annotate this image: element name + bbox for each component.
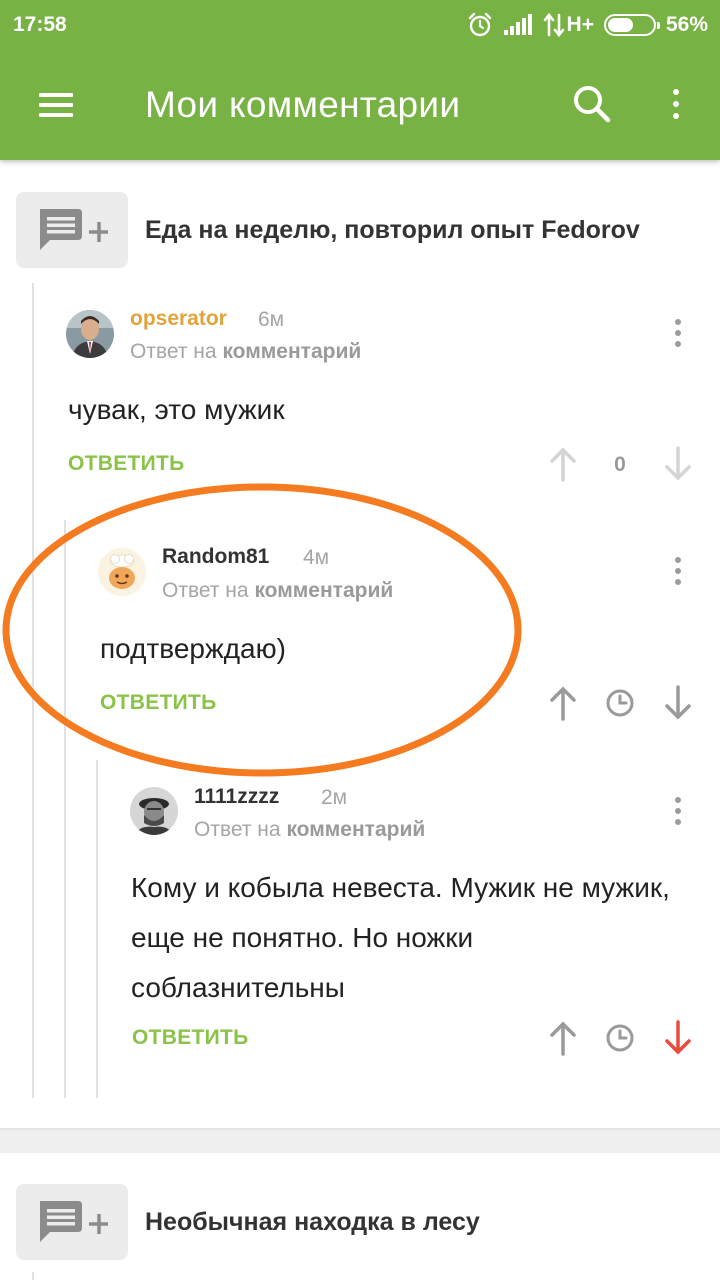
comment-more-icon[interactable] — [663, 549, 693, 593]
reply-to-info: Ответ на комментарий — [130, 340, 361, 364]
comment-more-icon[interactable] — [663, 311, 693, 355]
clock-icon — [603, 1021, 637, 1060]
comment-more-icon[interactable] — [663, 789, 693, 833]
comment-text: Кому и кобыла невеста. Мужик не мужик, е… — [131, 872, 670, 1003]
app-bar: 17:58 H+ 56% Мои комментарии — [0, 0, 720, 160]
comment-rating: 0 — [614, 453, 626, 476]
reply-button[interactable]: ОТВЕТИТЬ — [132, 1026, 249, 1050]
comment-add-icon — [16, 192, 128, 268]
comment-time: 4м — [303, 546, 330, 569]
reply-to-info: Ответ на комментарий — [162, 579, 393, 603]
thread-line — [32, 1272, 34, 1280]
story-header[interactable]: Еда на неделю, повторил опыт Fedorov — [16, 191, 716, 269]
comment-time: 2м — [321, 786, 348, 809]
battery-level — [607, 18, 633, 32]
upvote-arrow-icon[interactable] — [547, 685, 579, 726]
thread-line — [32, 283, 34, 1098]
network-type-label: H+ — [566, 13, 594, 36]
reply-button[interactable]: ОТВЕТИТЬ — [100, 691, 217, 715]
page-title: Мои комментарии — [145, 84, 461, 125]
search-icon[interactable] — [570, 82, 614, 126]
section-divider — [0, 1128, 720, 1153]
thread-line — [64, 520, 66, 1098]
app-screen: 17:58 H+ 56% Мои комментарии Еда на неде… — [0, 0, 720, 1280]
alarm-icon — [468, 12, 491, 37]
comment-text: чувак, это мужик — [68, 394, 285, 425]
story-header[interactable]: Необычная находка в лесу — [16, 1183, 716, 1261]
comment-text: подтверждаю) — [100, 633, 286, 664]
story-title: Необычная находка в лесу — [145, 1207, 480, 1236]
reply-to-link[interactable]: комментарий — [254, 579, 393, 602]
comment-author[interactable]: Random81 — [162, 545, 269, 569]
downvote-arrow-icon[interactable] — [662, 685, 694, 726]
upvote-arrow-icon[interactable] — [547, 446, 579, 487]
reply-to-prefix: Ответ на — [130, 340, 217, 363]
reply-to-prefix: Ответ на — [194, 818, 281, 841]
reply-to-link[interactable]: комментарий — [286, 818, 425, 841]
upvote-arrow-icon[interactable] — [547, 1020, 579, 1061]
downvote-arrow-icon-active[interactable] — [662, 1020, 694, 1061]
status-time: 17:58 — [13, 13, 67, 36]
reply-to-info: Ответ на комментарий — [194, 818, 425, 842]
reply-to-prefix: Ответ на — [162, 579, 249, 602]
more-vert-icon[interactable] — [660, 82, 692, 126]
story-title: Еда на неделю, повторил опыт Fedorov — [145, 215, 640, 244]
comment-author[interactable]: 1111zzzz — [194, 785, 279, 809]
status-icons: H+ 56% — [457, 8, 708, 42]
status-bar: 17:58 H+ 56% — [0, 0, 720, 50]
hamburger-menu-icon[interactable] — [26, 77, 86, 133]
downvote-arrow-icon[interactable] — [662, 446, 694, 487]
avatar[interactable] — [130, 787, 178, 835]
reply-button[interactable]: ОТВЕТИТЬ — [68, 452, 185, 476]
data-transfer-icon — [543, 13, 564, 37]
thread-line — [96, 760, 98, 1098]
comment-time: 6м — [258, 308, 285, 331]
battery-percent: 56% — [665, 13, 708, 36]
comment-add-icon — [16, 1184, 128, 1260]
reply-to-link[interactable]: комментарий — [222, 340, 361, 363]
comment-author[interactable]: opserator — [130, 307, 227, 331]
battery-icon — [603, 14, 660, 36]
clock-icon — [603, 686, 637, 725]
signal-strength-icon — [503, 14, 532, 35]
avatar[interactable] — [98, 548, 146, 596]
avatar[interactable] — [66, 310, 114, 358]
